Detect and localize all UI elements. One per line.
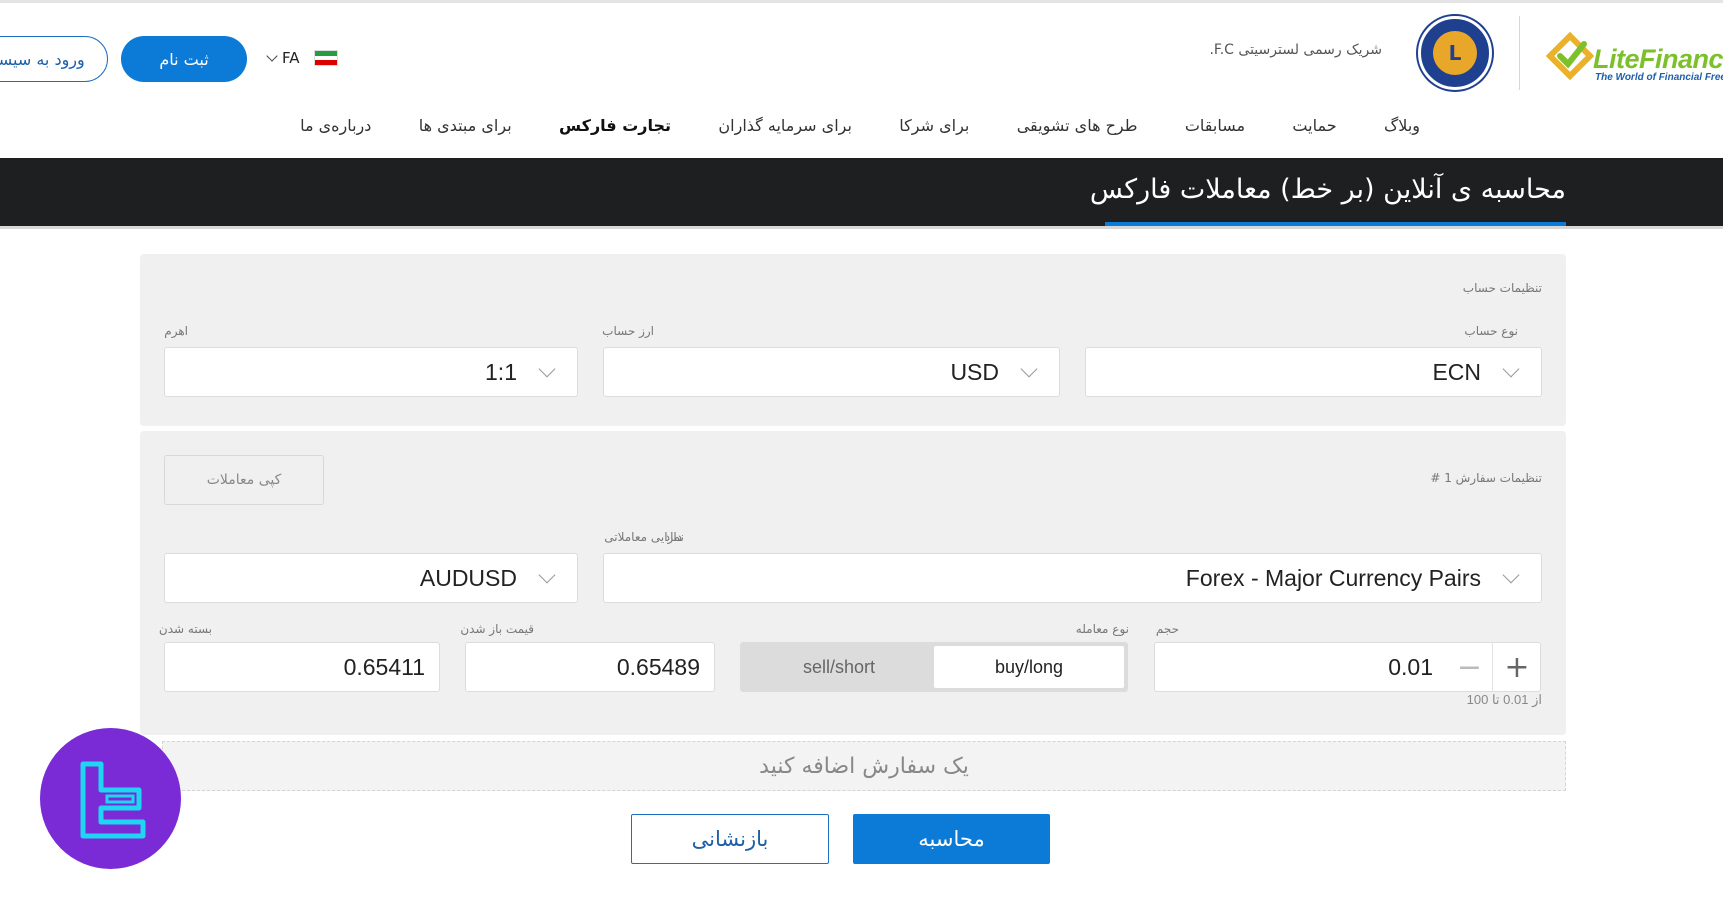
nav-item-promotions[interactable]: طرح های تشویقی — [1017, 116, 1138, 144]
volume-input[interactable]: 0.01 — [1300, 642, 1437, 692]
close-price-label: بسته شدن — [158, 622, 212, 636]
account-type-select[interactable]: ECN — [1085, 347, 1542, 397]
account-settings-title: تنظیمات حساب — [1462, 281, 1542, 295]
main-nav: درباره‌ی ما برای مبتدی ها تجارت فارکس بر… — [300, 116, 1420, 144]
tf-logo-mark-icon — [80, 761, 145, 838]
buy-long-option[interactable]: buy/long — [934, 646, 1124, 688]
nav-item-contests[interactable]: مسابقات — [1185, 116, 1245, 144]
asset-value: Forex - Major Currency Pairs — [1185, 564, 1481, 591]
tradingfinder-watermark-logo-icon — [40, 728, 181, 869]
nav-item-partners[interactable]: برای شرکا — [899, 116, 969, 144]
reset-button[interactable]: بازنشانی — [631, 814, 829, 864]
account-settings-panel — [140, 254, 1566, 426]
order-settings-title: تنظیمات سفارش 1 # — [1430, 471, 1542, 485]
trade-type-label: نوع معامله — [1075, 622, 1129, 636]
page-title: محاسبه ی آنلاین (بر خط) معاملات فارکس — [1089, 174, 1566, 205]
title-bar-shadow — [0, 226, 1723, 229]
language-selector[interactable]: FA — [266, 46, 300, 70]
trade-type-toggle: sell/short buy/long — [740, 642, 1128, 692]
brand-name[interactable]: LiteFinance — [1593, 44, 1723, 75]
partner-text: شریک رسمی لسترسیتی F.C. — [1209, 42, 1382, 58]
chevron-down-icon — [266, 50, 278, 62]
account-currency-value: USD — [950, 358, 999, 385]
nav-item-about[interactable]: درباره‌ی ما — [300, 116, 371, 144]
chevron-down-icon — [538, 360, 556, 378]
chevron-down-icon — [1502, 360, 1520, 378]
account-type-label: نوع حساب — [1464, 324, 1518, 338]
top-border — [0, 0, 1723, 3]
iran-flag-icon[interactable] — [314, 50, 338, 66]
asset-select[interactable]: Forex - Major Currency Pairs — [603, 553, 1542, 603]
nav-item-support[interactable]: حمایت — [1292, 116, 1336, 144]
close-price-input[interactable]: 0.65411 — [164, 642, 440, 692]
copy-trades-button[interactable]: کپی معاملات — [164, 455, 324, 505]
account-currency-label: ارز حساب — [602, 324, 654, 338]
add-order-button[interactable]: یک سفارش اضافه کنید — [162, 741, 1566, 791]
symbol-select[interactable]: AUDUSD — [164, 553, 578, 603]
chevron-down-icon — [538, 566, 556, 584]
open-price-label: قیمت باز شدن — [460, 622, 534, 636]
litefinance-logo-icon[interactable] — [1544, 28, 1596, 80]
leverage-select[interactable]: 1:1 — [164, 347, 578, 397]
calculate-button[interactable]: محاسبه — [853, 814, 1050, 864]
brand-tagline: The World of Financial Freedom — [1595, 72, 1723, 83]
account-type-value: ECN — [1432, 358, 1481, 385]
login-button[interactable]: ورود به سیستم — [0, 36, 108, 82]
volume-range-note: از 0.01 تا 100 — [1466, 692, 1542, 707]
nav-item-blog[interactable]: وبلاگ — [1384, 116, 1420, 144]
account-currency-select[interactable]: USD — [603, 347, 1060, 397]
nav-item-investors[interactable]: برای سرمایه گذاران — [718, 116, 852, 144]
chevron-down-icon — [1502, 566, 1520, 584]
symbol-value: AUDUSD — [419, 564, 517, 591]
leicester-city-crest-icon: L — [1418, 16, 1492, 90]
nav-item-beginners[interactable]: برای مبتدی ها — [419, 116, 512, 144]
volume-increase-button[interactable]: + — [1494, 642, 1540, 692]
open-price-input[interactable]: 0.65489 — [465, 642, 715, 692]
signup-button[interactable]: ثبت نام — [121, 36, 247, 82]
sell-short-option[interactable]: sell/short — [744, 646, 934, 688]
asset-label: دارایی معاملاتی — [604, 530, 682, 544]
chevron-down-icon — [1020, 360, 1038, 378]
header-divider — [1519, 16, 1520, 90]
crest-emblem: L — [1433, 31, 1477, 75]
language-code: FA — [282, 49, 300, 67]
leverage-label: اهرم — [164, 324, 188, 338]
volume-decrease-button[interactable]: − — [1447, 642, 1493, 692]
leverage-value: 1:1 — [485, 358, 517, 385]
nav-item-forex-trading[interactable]: تجارت فارکس — [559, 116, 671, 144]
